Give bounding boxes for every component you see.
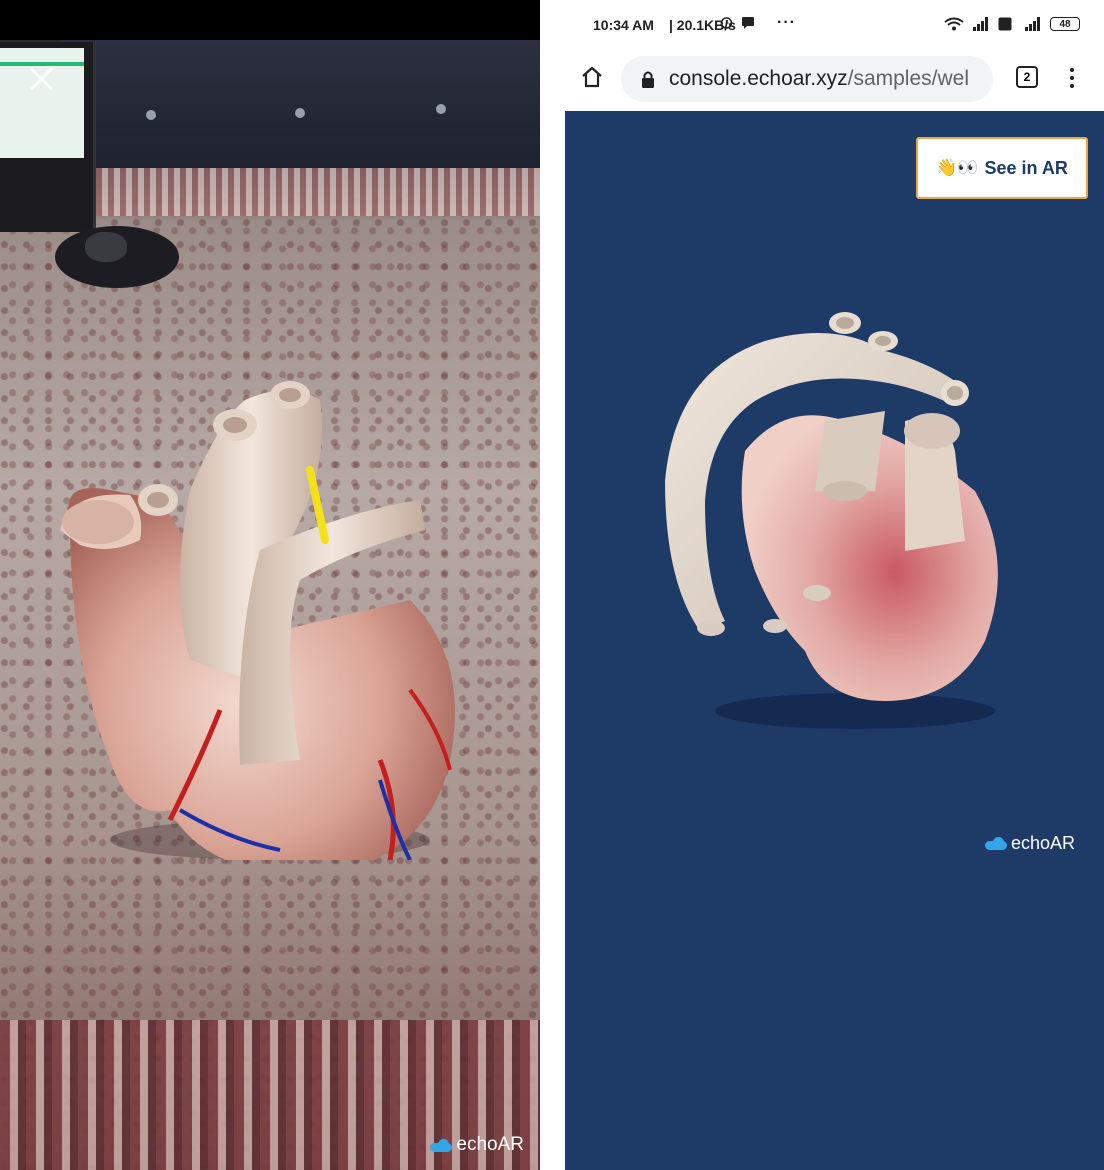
ar-camera-view: echoAR	[0, 0, 540, 1170]
ar-heart-model[interactable]	[50, 340, 470, 860]
headboard-stud	[146, 110, 156, 120]
wave-eyes-icon: 👋👀	[936, 158, 979, 178]
wifi-icon	[944, 17, 964, 31]
url-path: /samples/wel	[847, 67, 969, 90]
signal-icon	[973, 17, 988, 31]
status-time: 10:34 AM	[593, 17, 654, 33]
see-in-ar-label: See in AR	[984, 157, 1068, 178]
laptop-screen	[0, 48, 84, 158]
lock-icon[interactable]	[641, 70, 655, 88]
close-icon[interactable]	[28, 66, 54, 92]
menu-icon[interactable]	[1062, 64, 1082, 92]
url-domain: console.echoar.xyz	[669, 67, 848, 90]
browser-toolbar: console.echoar.xyz/samples/wel 2	[565, 50, 1104, 108]
message-icon	[742, 17, 754, 29]
more-notifications-icon: ···	[777, 14, 796, 31]
bed-border	[60, 168, 540, 216]
cloud-icon	[430, 1138, 453, 1152]
system-icons: 48	[944, 17, 1080, 31]
echoar-watermark: echoAR	[985, 833, 1075, 854]
status-bar: 10:34 AM | 20.1KB/s ··· 48	[565, 0, 1104, 50]
panel-divider	[540, 0, 565, 1170]
camera-top-bar	[0, 0, 540, 40]
address-bar[interactable]: console.echoar.xyz/samples/wel	[621, 56, 993, 102]
battery-icon: 48	[1050, 17, 1080, 31]
model-viewer[interactable]: 👋👀 See in AR echoAR	[565, 111, 1104, 1170]
headboard-stud	[295, 108, 305, 118]
home-icon[interactable]	[581, 66, 603, 88]
4g-signal-icon	[1025, 17, 1040, 31]
tabs-icon[interactable]: 2	[1016, 66, 1038, 88]
watermark-text: echoAR	[456, 1134, 524, 1155]
cloud-icon	[985, 837, 1007, 850]
volte-icon	[998, 17, 1012, 31]
see-in-ar-button[interactable]: 👋👀 See in AR	[916, 137, 1088, 199]
camera-scene	[0, 40, 540, 1170]
watermark-text: echoAR	[1011, 833, 1076, 853]
alarm-icon	[720, 17, 733, 29]
mobile-browser: 10:34 AM | 20.1KB/s ··· 48 console.echoa…	[565, 0, 1104, 1170]
echoar-watermark: echoAR	[430, 1134, 524, 1156]
headboard-stud	[436, 104, 446, 114]
url-text: console.echoar.xyz/samples/wel	[669, 67, 969, 91]
computer-mouse	[85, 232, 127, 262]
headboard	[60, 40, 540, 170]
3d-heart-model[interactable]	[655, 291, 1015, 731]
notification-icons	[720, 16, 755, 29]
